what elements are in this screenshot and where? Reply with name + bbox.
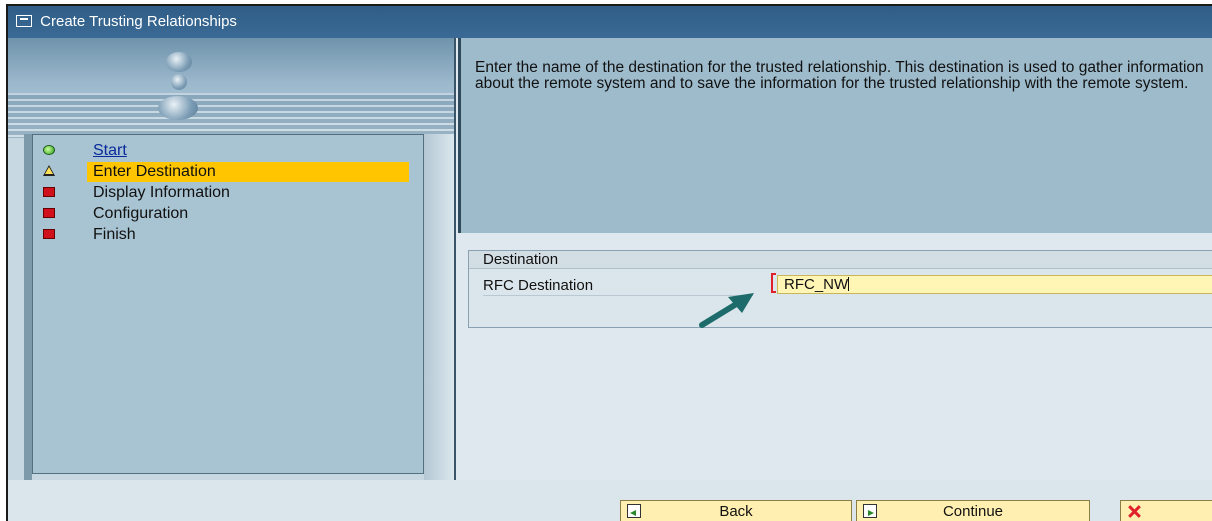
drop-image	[166, 52, 192, 72]
red-light-icon	[43, 187, 55, 197]
step-configuration-label: Configuration	[93, 205, 189, 222]
wizard-step-list: Start Enter Destination Display Informat…	[32, 134, 424, 474]
step-enter-destination-label: Enter Destination	[93, 163, 216, 180]
step-finish-label: Finish	[93, 226, 136, 243]
yellow-triangle-icon	[43, 165, 55, 176]
continue-icon	[863, 504, 877, 518]
back-button-label: Back	[719, 503, 753, 520]
red-light-icon	[43, 229, 55, 239]
green-light-icon	[43, 145, 55, 155]
wizard-window: Create Trusting Relationships Start Ente…	[6, 4, 1212, 521]
step-display-information-label: Display Information	[93, 184, 230, 201]
cancel-icon	[1127, 504, 1141, 518]
rfc-destination-value: RFC_NW	[784, 276, 849, 293]
destination-group-title: Destination	[469, 251, 1212, 269]
info-panel: Enter the name of the destination for th…	[458, 38, 1212, 233]
water-drop-banner	[8, 38, 454, 138]
window-icon	[16, 15, 32, 27]
destination-group: Destination RFC Destination RFC_NW	[468, 250, 1212, 328]
step-start-label[interactable]: Start	[93, 141, 127, 161]
text-cursor	[848, 277, 850, 291]
wizard-sidebar: Start Enter Destination Display Informat…	[8, 38, 456, 480]
back-button[interactable]: Back	[620, 500, 852, 521]
continue-button[interactable]: Continue	[856, 500, 1090, 521]
window-title: Create Trusting Relationships	[40, 13, 237, 30]
pointer-arrow-icon	[699, 293, 754, 328]
required-marker	[771, 273, 776, 293]
rfc-destination-label: RFC Destination	[483, 277, 594, 294]
continue-button-label: Continue	[942, 503, 1004, 520]
back-icon	[627, 504, 641, 518]
red-light-icon	[43, 208, 55, 218]
rfc-destination-input[interactable]: RFC_NW	[777, 275, 1212, 294]
title-bar: Create Trusting Relationships	[8, 6, 1212, 38]
cancel-button[interactable]	[1120, 500, 1212, 521]
info-text: Enter the name of the destination for th…	[475, 59, 1204, 92]
